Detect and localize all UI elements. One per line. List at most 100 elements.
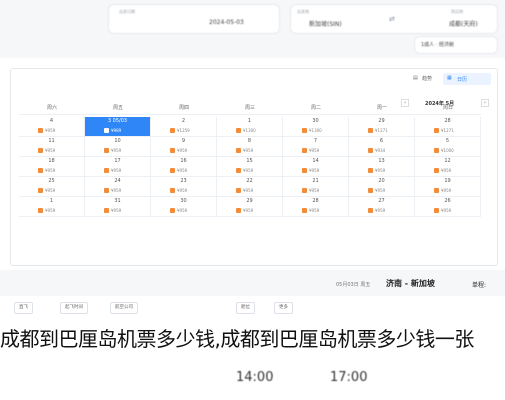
filter-time[interactable]: 起飞时间 <box>60 302 88 314</box>
calendar-day-cell[interactable]: 31 ¥959 <box>85 197 151 217</box>
weekday-header: 周一 <box>349 102 415 115</box>
calendar-day-cell[interactable]: 19 ¥959 <box>415 177 481 197</box>
day-number: 23 <box>180 178 187 184</box>
flight-time-2: 17:00 <box>330 370 368 385</box>
price-calendar: ▦ 日历 ▤ 趋势 ‹ 2024年 5月 › 周六 周五 周四 周三 周二 周一 周日 4 ¥9… <box>10 68 498 266</box>
day-number: 31 <box>114 198 121 204</box>
day-price: ¥959 <box>111 148 122 153</box>
arrive-city-label: 到达地 <box>451 9 463 14</box>
calendar-day-cell[interactable]: 20 ¥959 <box>349 177 415 197</box>
depart-date-field[interactable]: 出发日期 2024-05-03 <box>108 4 280 34</box>
calendar-day-cell[interactable]: 30 ¥1300 <box>283 117 349 137</box>
day-number: 13 <box>378 158 385 164</box>
calendar-day-cell[interactable]: 17 ¥959 <box>85 157 151 177</box>
low-price-badge-icon <box>368 128 373 133</box>
calendar-day-cell[interactable]: 2 ¥1259 <box>151 117 217 137</box>
calendar-day-cell[interactable]: 22 ¥959 <box>217 177 283 197</box>
weekday-header: 周三 <box>217 102 283 115</box>
calendar-day-cell[interactable]: 16 ¥959 <box>151 157 217 177</box>
day-number: 20 <box>378 178 385 184</box>
calendar-day-cell[interactable]: 28 ¥959 <box>283 197 349 217</box>
calendar-day-cell[interactable]: 6 ¥934 <box>349 137 415 157</box>
calendar-day-cell[interactable]: 29 ¥959 <box>217 197 283 217</box>
calendar-day-cell[interactable]: 23 ¥959 <box>151 177 217 197</box>
depart-city-label: 出发地 <box>297 9 309 14</box>
calendar-day-cell[interactable]: 9 ¥959 <box>151 137 217 157</box>
calendar-day-cell[interactable]: 27 ¥959 <box>349 197 415 217</box>
calendar-day-cell[interactable]: 11 ¥959 <box>19 137 85 157</box>
calendar-day-cell[interactable]: 24 ¥959 <box>85 177 151 197</box>
day-number: 2 <box>181 118 186 124</box>
weekday-header: 周五 <box>85 102 151 115</box>
day-number: 25 <box>48 178 55 184</box>
calendar-day-cell[interactable]: 1 ¥959 <box>19 197 85 217</box>
low-price-badge-icon <box>38 188 43 193</box>
day-number: 3 05/03 <box>107 118 128 124</box>
calendar-day-cell[interactable]: 25 ¥959 <box>19 177 85 197</box>
calendar-day-cell[interactable]: 12 ¥959 <box>415 157 481 177</box>
filter-direct[interactable]: 直飞 <box>14 302 33 314</box>
day-number: 28 <box>444 118 451 124</box>
route-field[interactable]: 出发地 新加坡(SIN) ⇄ 到达地 成都(天府) <box>290 4 498 34</box>
swap-icon[interactable]: ⇄ <box>389 15 395 23</box>
calendar-day-cell[interactable]: 26 ¥959 <box>415 197 481 217</box>
low-price-badge-icon <box>38 148 43 153</box>
calendar-day-cell[interactable]: 14 ¥959 <box>283 157 349 177</box>
calendar-day-cell[interactable]: 15 ¥959 <box>217 157 283 177</box>
filter-airline[interactable]: 航空公司 <box>110 302 138 314</box>
low-price-badge-icon <box>302 208 307 213</box>
calendar-day-cell[interactable]: 4 ¥959 <box>19 117 85 137</box>
calendar-day-cell[interactable]: 30 ¥959 <box>151 197 217 217</box>
search-bar: 出发日期 2024-05-03 出发地 新加坡(SIN) ⇄ 到达地 成都(天府… <box>0 0 505 58</box>
calendar-day-cell[interactable]: 8 ¥959 <box>217 137 283 157</box>
route-header: 单程: 济南 - 新加坡 05月03日 周五 <box>0 270 505 296</box>
low-price-badge-icon <box>302 128 307 133</box>
day-number: 6 <box>379 138 384 144</box>
day-price: ¥1271 <box>441 128 454 133</box>
filter-cabin[interactable]: 舱位 <box>236 302 255 314</box>
low-price-badge-icon <box>302 188 307 193</box>
low-price-badge-icon <box>104 168 109 173</box>
day-number: 29 <box>246 198 253 204</box>
low-price-badge-icon <box>170 148 175 153</box>
day-number: 22 <box>246 178 253 184</box>
low-price-badge-icon <box>170 188 175 193</box>
calendar-day-cell[interactable]: 13 ¥959 <box>349 157 415 177</box>
depart-date-label: 出发日期 <box>119 9 135 14</box>
calendar-day-cell[interactable]: 10 ¥959 <box>85 137 151 157</box>
day-price: ¥1000 <box>441 148 454 153</box>
day-number: 26 <box>444 198 451 204</box>
depart-date-value: 2024-05-03 <box>209 19 244 26</box>
day-number: 9 <box>181 138 186 144</box>
day-price: ¥959 <box>441 188 452 193</box>
calendar-day-cell[interactable]: 21 ¥959 <box>283 177 349 197</box>
tab-calendar[interactable]: ▦ 日历 <box>443 73 491 85</box>
day-price: ¥959 <box>177 168 188 173</box>
day-number: 4 <box>49 118 54 124</box>
day-price: ¥959 <box>45 128 56 133</box>
low-price-badge-icon <box>104 128 109 133</box>
day-price: ¥959 <box>441 168 452 173</box>
day-number: 10 <box>114 138 121 144</box>
calendar-day-cell[interactable]: 1 ¥1300 <box>217 117 283 137</box>
low-price-badge-icon <box>236 188 241 193</box>
calendar-day-cell[interactable]: 7 ¥959 <box>283 137 349 157</box>
day-number: 18 <box>48 158 55 164</box>
calendar-day-cell[interactable]: 18 ¥959 <box>19 157 85 177</box>
day-number: 29 <box>378 118 385 124</box>
filter-row: 直飞 起飞时间 航空公司 舱位 更多 <box>0 302 505 316</box>
filter-more[interactable]: 更多 <box>274 302 293 314</box>
calendar-day-cell[interactable]: 29 ¥1271 <box>349 117 415 137</box>
day-price: ¥959 <box>111 208 122 213</box>
passenger-field[interactable]: 1成人 · 经济舱 <box>414 36 498 54</box>
tab-trend[interactable]: ▤ 趋势 <box>413 75 441 85</box>
calendar-day-cell[interactable]: 3 05/03 ¥989 <box>85 117 151 137</box>
calendar-day-cell[interactable]: 5 ¥1000 <box>415 137 481 157</box>
day-price: ¥1259 <box>177 128 190 133</box>
low-price-badge-icon <box>38 208 43 213</box>
day-number: 7 <box>313 138 318 144</box>
calendar-day-cell[interactable]: 28 ¥1271 <box>415 117 481 137</box>
route-title: 济南 - 新加坡 <box>386 279 435 288</box>
day-number: 5 <box>445 138 450 144</box>
next-month-icon[interactable]: › <box>481 99 489 107</box>
